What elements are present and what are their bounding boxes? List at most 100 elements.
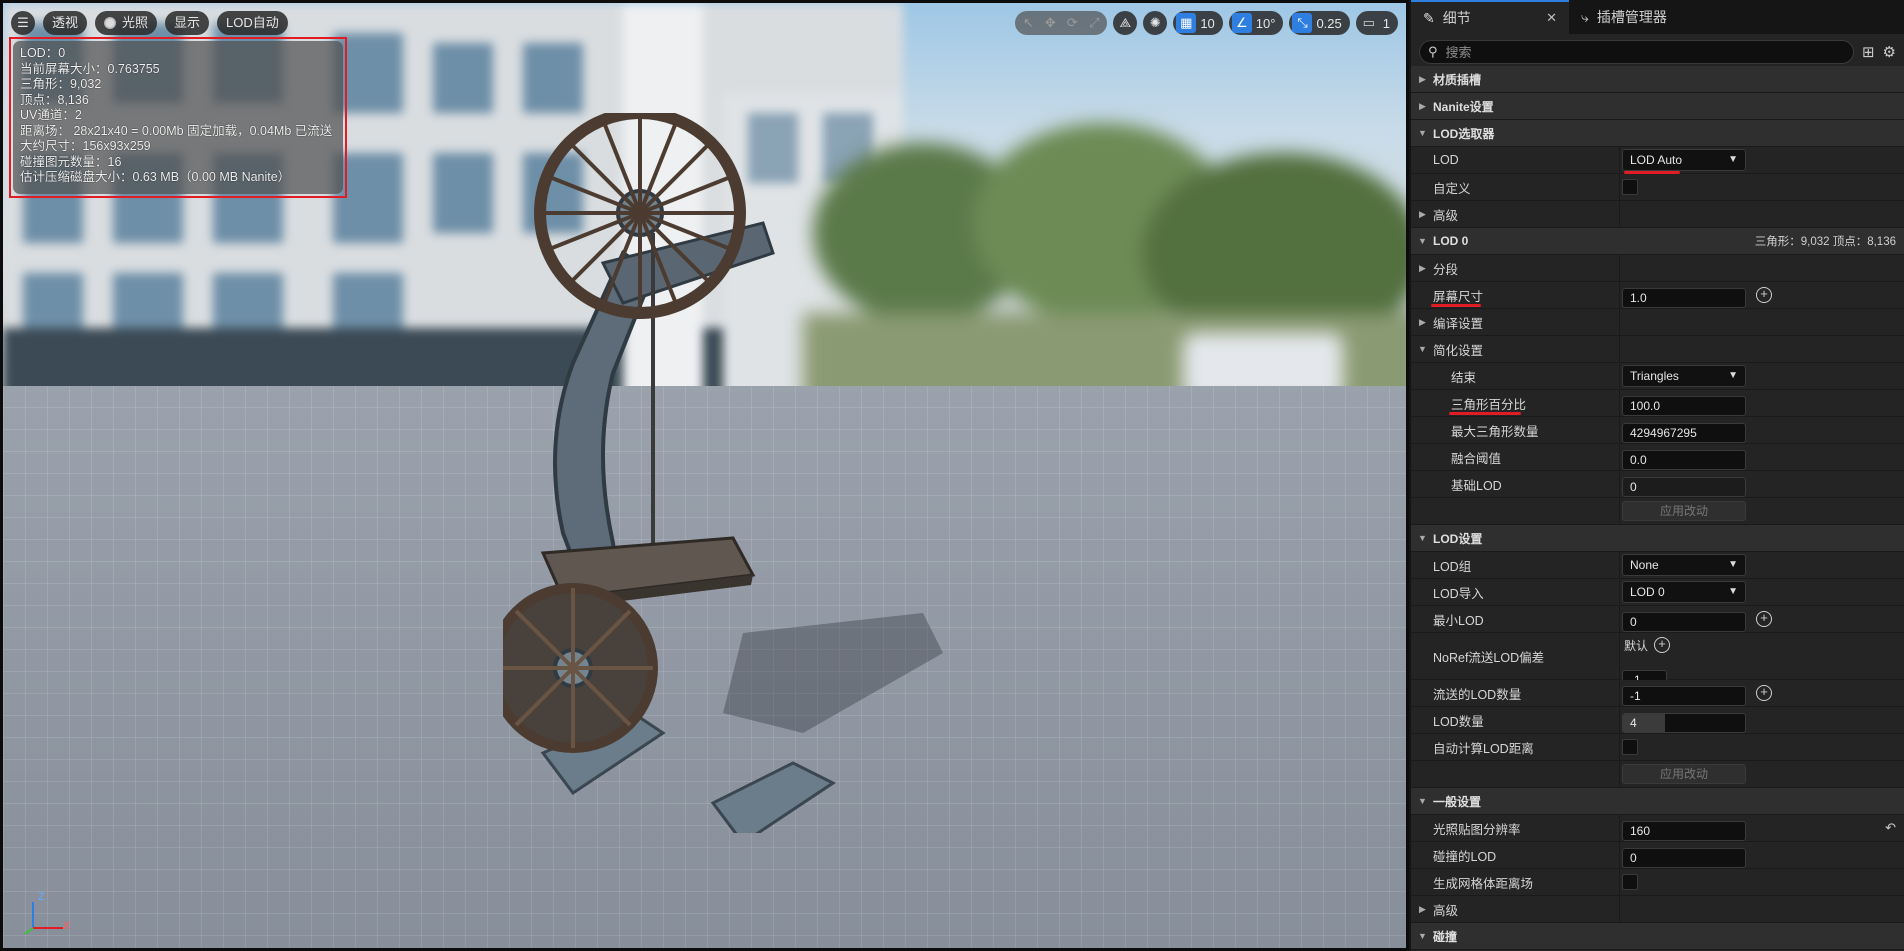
chevron-down-icon: ▼ bbox=[1728, 559, 1738, 570]
chevron-down-icon: ▼ bbox=[1728, 586, 1738, 597]
termination-dropdown[interactable]: Triangles ▼ bbox=[1622, 365, 1746, 387]
base-lod-field[interactable]: 0 bbox=[1622, 477, 1746, 497]
caret-right-icon: ▶ bbox=[1419, 73, 1426, 84]
stats-line-triangles: 三角形：9,032 bbox=[20, 77, 102, 91]
camera-icon[interactable]: ▭ bbox=[1359, 13, 1379, 33]
apply-changes-button[interactable]: 应用改动 bbox=[1622, 501, 1746, 521]
category-reduction-settings[interactable]: ▼ 简化设置 bbox=[1411, 336, 1904, 363]
add-plus-icon[interactable]: + bbox=[1654, 637, 1670, 653]
viewport[interactable]: ☰ 透视 光照 显示 LOD自动 ↖ ✥ ⟳ ⤢ ⟁ ✺ ▦ 10 ∠ 10° … bbox=[0, 0, 1409, 951]
show-button[interactable]: 显示 bbox=[165, 11, 210, 35]
num-lods-slider[interactable]: 4 bbox=[1622, 713, 1746, 733]
hamburger-menu-button[interactable]: ☰ bbox=[11, 11, 35, 35]
caret-right-icon: ▶ bbox=[1419, 262, 1426, 273]
reset-arrow-icon[interactable]: ↶ bbox=[1885, 820, 1896, 836]
scale-snap-group[interactable]: ⤡ 0.25 bbox=[1289, 11, 1350, 35]
caret-right-icon: ▶ bbox=[1419, 903, 1426, 914]
property-lightmap-resolution: 光照贴图分辨率 160 ↶ bbox=[1411, 815, 1904, 842]
property-welding-threshold: 融合阈值 0.0 bbox=[1411, 444, 1904, 471]
tab-details[interactable]: ✎ 细节 ✕ bbox=[1411, 0, 1569, 34]
perspective-button[interactable]: 透视 bbox=[43, 11, 88, 35]
property-termination: 结束 Triangles ▼ bbox=[1411, 363, 1904, 390]
category-nanite-settings[interactable]: ▶ Nanite设置 bbox=[1411, 93, 1904, 120]
category-build-settings[interactable]: ▶ 编译设置 bbox=[1411, 309, 1904, 336]
apply-changes-button[interactable]: 应用改动 bbox=[1622, 764, 1746, 784]
add-plus-icon[interactable]: + bbox=[1756, 685, 1772, 701]
auto-compute-lod-checkbox[interactable] bbox=[1622, 739, 1638, 755]
lod-for-collision-field[interactable]: 0 bbox=[1622, 848, 1746, 868]
viewport-toolbar: ☰ 透视 光照 显示 LOD自动 bbox=[11, 11, 288, 35]
chevron-down-icon: ▼ bbox=[1728, 154, 1738, 165]
lod0-info: 三角形：9,032 顶点：8,136 bbox=[1754, 236, 1896, 248]
property-percent-triangles: 三角形百分比 100.0 bbox=[1411, 390, 1904, 417]
chevron-down-icon: ▼ bbox=[1728, 370, 1738, 381]
search-input[interactable] bbox=[1445, 44, 1845, 60]
caret-right-icon: ▶ bbox=[1419, 208, 1426, 219]
screen-size-field[interactable]: 1.0 bbox=[1622, 288, 1746, 308]
caret-right-icon: ▶ bbox=[1419, 316, 1426, 327]
caret-down-icon: ▼ bbox=[1418, 533, 1427, 543]
transform-mode-group: ↖ ✥ ⟳ ⤢ bbox=[1015, 11, 1108, 35]
lightmap-resolution-field[interactable]: 160 bbox=[1622, 821, 1746, 841]
property-custom: 自定义 bbox=[1411, 174, 1904, 201]
lod-dropdown[interactable]: LOD Auto ▼ bbox=[1622, 149, 1746, 171]
min-lod-field[interactable]: 0 bbox=[1622, 612, 1746, 632]
surface-snap-button[interactable]: ⟁ bbox=[1113, 11, 1138, 35]
lod-auto-button[interactable]: LOD自动 bbox=[217, 11, 288, 35]
generate-distance-field-checkbox[interactable] bbox=[1622, 874, 1638, 890]
property-screen-size: 屏幕尺寸 1.0 + bbox=[1411, 282, 1904, 309]
max-triangles-field[interactable]: 4294967295 bbox=[1622, 423, 1746, 443]
table-view-icon[interactable]: ⊞ bbox=[1862, 43, 1875, 61]
axis-label-z: Z bbox=[38, 891, 45, 903]
settings-gear-icon[interactable]: ⚙ bbox=[1883, 43, 1896, 61]
category-advanced-2[interactable]: ▶ 高级 bbox=[1411, 896, 1904, 923]
search-row: ⚲ ⊞ ⚙ bbox=[1411, 34, 1904, 70]
scale-snap-icon[interactable]: ⤡ bbox=[1292, 13, 1313, 33]
stats-panel: LOD：0 当前屏幕大小：0.763755 三角形：9,032 顶点：8,136… bbox=[13, 41, 343, 194]
camera-speed-group[interactable]: ▭ 1 bbox=[1355, 11, 1398, 35]
rotation-snap-group[interactable]: ∠ 10° bbox=[1228, 11, 1284, 35]
property-lod-for-collision: 碰撞的LOD 0 bbox=[1411, 842, 1904, 869]
category-sections[interactable]: ▶ 分段 bbox=[1411, 255, 1904, 282]
rotate-icon[interactable]: ⟳ bbox=[1062, 13, 1082, 33]
category-general-settings[interactable]: ▼ 一般设置 bbox=[1411, 788, 1904, 815]
stats-line-distance-field: 距离场： 28x21x40 = 0.00Mb 固定加载，0.04Mb 已流送 bbox=[20, 123, 333, 138]
lod-group-dropdown[interactable]: None ▼ bbox=[1622, 554, 1746, 576]
axis-label-x: X bbox=[63, 920, 71, 932]
band-saw-mesh[interactable] bbox=[503, 113, 943, 833]
search-icon: ⚲ bbox=[1428, 44, 1438, 59]
close-tab-icon[interactable]: ✕ bbox=[1546, 10, 1557, 26]
category-lod-picker[interactable]: ▼ LOD选取器 bbox=[1411, 120, 1904, 147]
lighting-button[interactable]: 光照 bbox=[95, 11, 158, 35]
pencil-icon: ✎ bbox=[1423, 9, 1435, 26]
category-advanced[interactable]: ▶ 高级 bbox=[1411, 201, 1904, 228]
grid-snap-group[interactable]: ▦ 10 bbox=[1173, 11, 1223, 35]
property-lod-import: LOD导入 LOD 0 ▼ bbox=[1411, 579, 1904, 606]
add-plus-icon[interactable]: + bbox=[1756, 287, 1772, 303]
search-box[interactable]: ⚲ bbox=[1419, 40, 1854, 64]
property-max-triangles: 最大三角形数量 4294967295 bbox=[1411, 417, 1904, 444]
caret-down-icon: ▼ bbox=[1418, 931, 1427, 941]
category-collision[interactable]: ▼ 碰撞 bbox=[1411, 923, 1904, 950]
welding-threshold-field[interactable]: 0.0 bbox=[1622, 450, 1746, 470]
custom-checkbox[interactable] bbox=[1622, 179, 1638, 195]
streamed-lods-field[interactable]: -1 bbox=[1622, 686, 1746, 706]
panel-tabs: ✎ 细节 ✕ ⤷ 插槽管理器 bbox=[1411, 0, 1904, 34]
angle-snap-icon[interactable]: ∠ bbox=[1231, 13, 1252, 33]
property-apply-changes-1: 应用改动 bbox=[1411, 498, 1904, 525]
move-icon[interactable]: ✥ bbox=[1040, 13, 1060, 33]
stats-line-lod: LOD：0 bbox=[20, 46, 66, 60]
scale-icon[interactable]: ⤢ bbox=[1084, 13, 1104, 33]
category-lod0[interactable]: ▼ LOD 0 三角形：9,032 顶点：8,136 bbox=[1411, 228, 1904, 255]
stats-line-collision: 碰撞图元数量：16 bbox=[20, 154, 122, 169]
tab-slot-manager[interactable]: ⤷ 插槽管理器 bbox=[1569, 0, 1679, 34]
select-cursor-icon[interactable]: ↖ bbox=[1018, 13, 1038, 33]
lod-import-dropdown[interactable]: LOD 0 ▼ bbox=[1622, 581, 1746, 603]
category-material-slots[interactable]: ▶ 材质插槽 bbox=[1411, 66, 1904, 93]
stats-overlay: LOD：0 当前屏幕大小：0.763755 三角形：9,032 顶点：8,136… bbox=[9, 37, 347, 198]
add-plus-icon[interactable]: + bbox=[1756, 611, 1772, 627]
percent-triangles-field[interactable]: 100.0 bbox=[1622, 396, 1746, 416]
category-lod-settings[interactable]: ▼ LOD设置 bbox=[1411, 525, 1904, 552]
world-local-button[interactable]: ✺ bbox=[1143, 11, 1168, 35]
grid-snap-icon[interactable]: ▦ bbox=[1176, 13, 1197, 33]
